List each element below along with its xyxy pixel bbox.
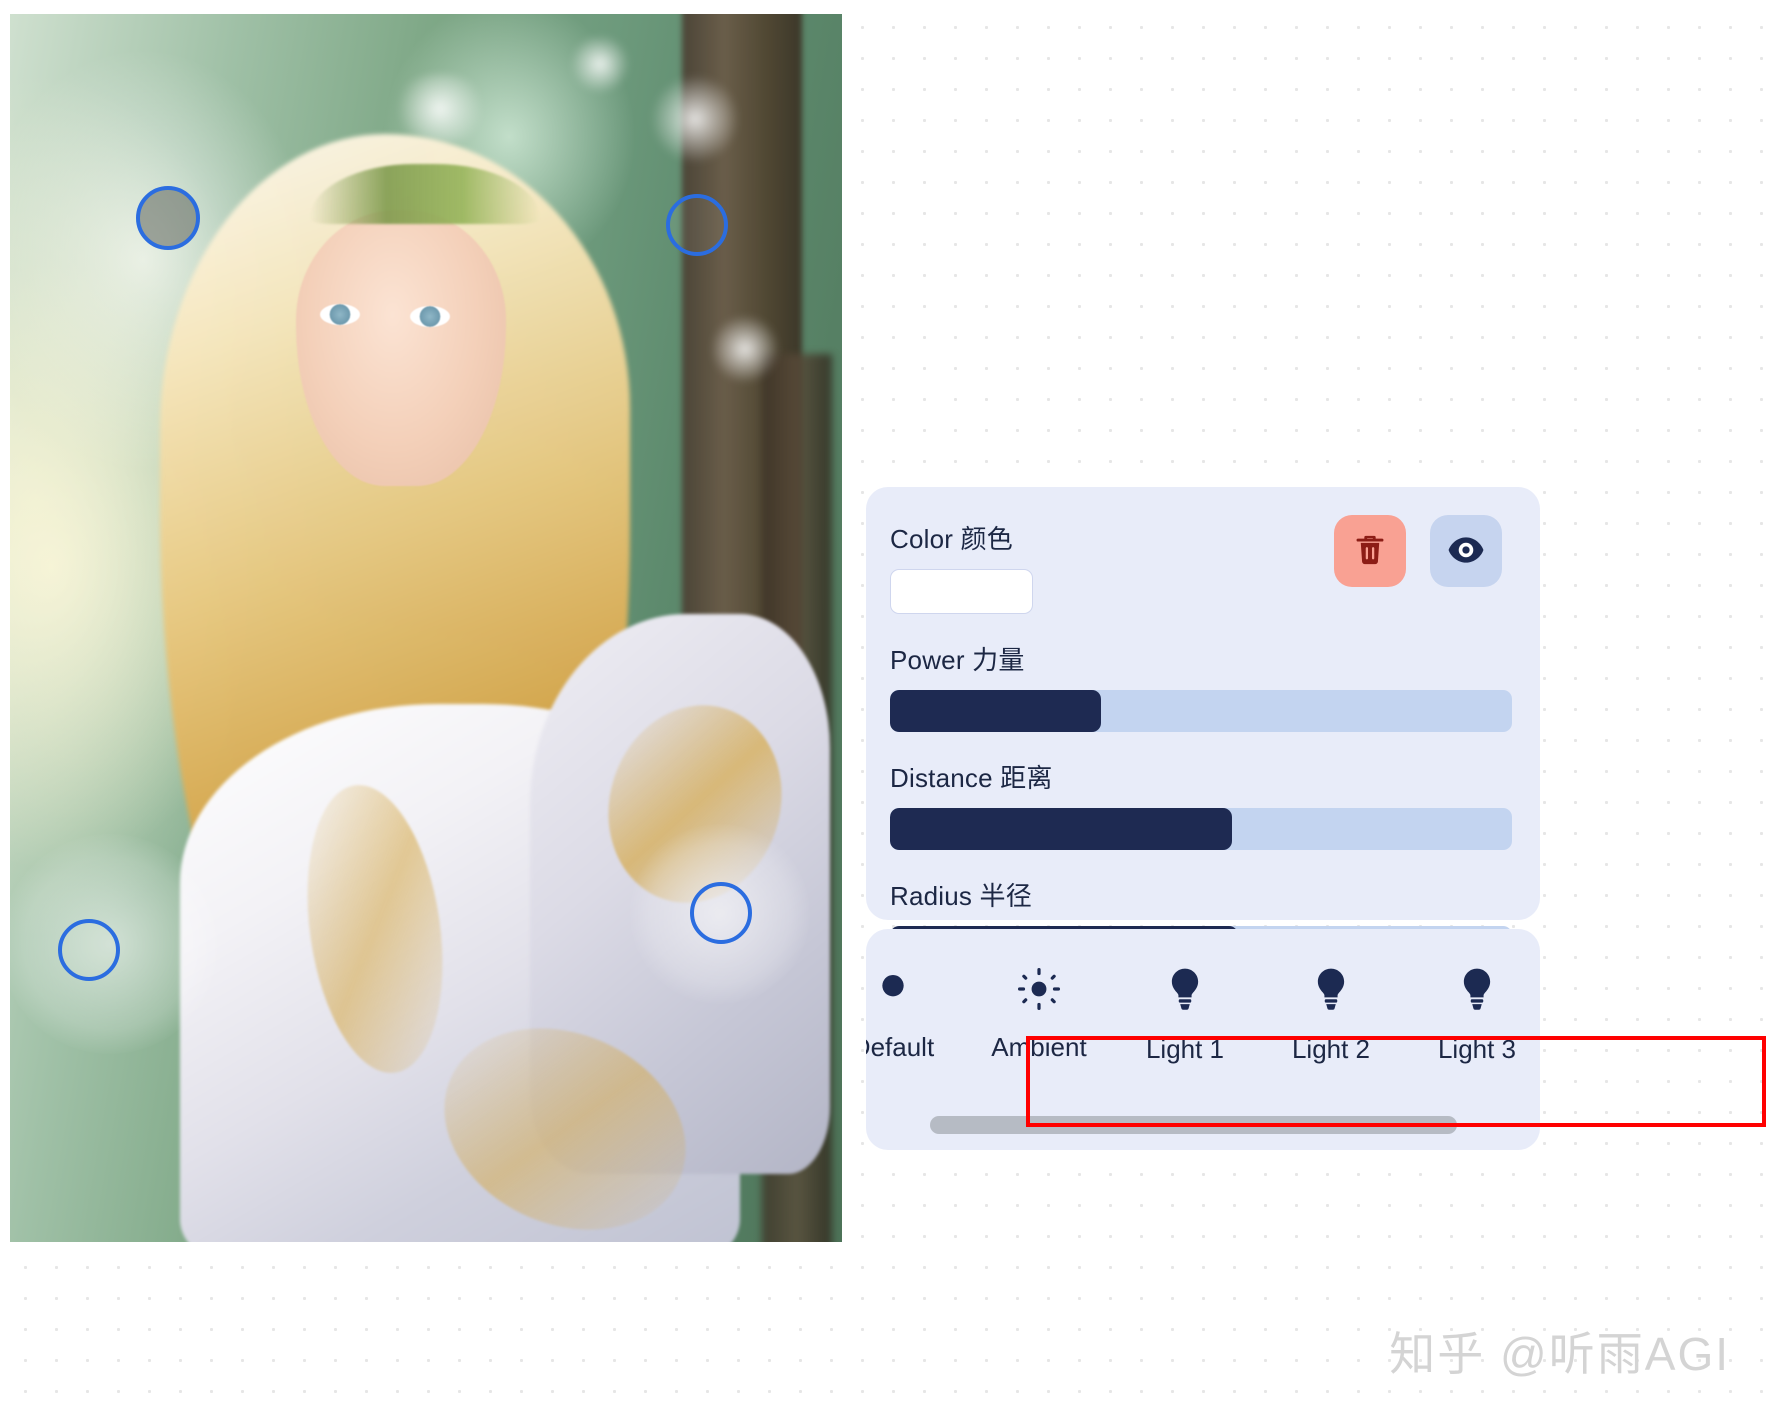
power-slider-fill bbox=[890, 690, 1102, 732]
power-label: Power 力量 bbox=[890, 645, 1025, 675]
distance-slider-fill bbox=[890, 808, 1233, 850]
color-label: Color 颜色 bbox=[890, 524, 1013, 554]
light-properties-panel: Color 颜色 Power 力量 Distance 距离 Radius 半径 bbox=[866, 487, 1540, 968]
distance-label: Distance 距离 bbox=[890, 763, 1053, 793]
light-selector-item-label: Default bbox=[866, 1032, 935, 1062]
sun-icon bbox=[1018, 967, 1060, 1016]
light-selector-item-default[interactable]: Default bbox=[866, 941, 966, 1085]
preview-figure-eye bbox=[410, 306, 450, 327]
preview-figure-face bbox=[296, 210, 506, 486]
preview-bokeh bbox=[390, 74, 490, 144]
power-slider-row: Power 力量 bbox=[890, 640, 1512, 732]
bulb-icon bbox=[1165, 967, 1205, 1018]
distance-slider[interactable] bbox=[890, 808, 1512, 850]
watermark-text: 知乎 @听雨AGI bbox=[1389, 1328, 1730, 1380]
distance-slider-row: Distance 距离 bbox=[890, 758, 1512, 850]
light-selector-item-label: Light 1 bbox=[1145, 1034, 1225, 1064]
light-selector-strip[interactable]: DefaultAmbientLight 1Light 2Light 3Light… bbox=[866, 929, 1540, 1150]
bulb-icon bbox=[1311, 967, 1351, 1018]
light-handle-3[interactable] bbox=[690, 882, 752, 944]
toggle-visibility-button[interactable] bbox=[1430, 515, 1502, 587]
light-handle-1[interactable] bbox=[136, 186, 200, 250]
preview-bokeh bbox=[710, 314, 780, 384]
light-handle-4[interactable] bbox=[58, 919, 120, 981]
light-preview-canvas[interactable] bbox=[10, 14, 842, 1242]
light-selector-item-label: Light 2 bbox=[1291, 1034, 1371, 1064]
preview-figure-eye bbox=[320, 304, 360, 325]
light-selector-items: DefaultAmbientLight 1Light 2Light 3Light… bbox=[866, 941, 1540, 1087]
light-selector-item-label: Light 3 bbox=[1437, 1034, 1517, 1064]
bulb-icon bbox=[1457, 967, 1497, 1018]
trash-icon bbox=[1353, 532, 1387, 571]
light-selector-item-label: Ambient bbox=[991, 1032, 1087, 1062]
light-selector-scrollbar[interactable] bbox=[930, 1116, 1522, 1134]
light-selector-item-light-3[interactable]: Light 3 bbox=[1404, 941, 1540, 1087]
delete-light-button[interactable] bbox=[1334, 515, 1406, 587]
light-selector-item-light-1[interactable]: Light 1 bbox=[1112, 941, 1258, 1087]
eye-icon bbox=[1447, 535, 1485, 568]
preview-bokeh bbox=[570, 34, 630, 94]
light-selector-item-light-2[interactable]: Light 2 bbox=[1258, 941, 1404, 1087]
light-selector-item-ambient[interactable]: Ambient bbox=[966, 941, 1112, 1085]
light-handle-2[interactable] bbox=[666, 194, 728, 256]
default-icon bbox=[873, 967, 913, 1016]
preview-bokeh bbox=[650, 74, 740, 164]
power-slider[interactable] bbox=[890, 690, 1512, 732]
color-swatch-input[interactable] bbox=[890, 569, 1033, 614]
radius-label: Radius 半径 bbox=[890, 881, 1032, 911]
light-selector-scrollbar-thumb[interactable] bbox=[930, 1116, 1457, 1134]
